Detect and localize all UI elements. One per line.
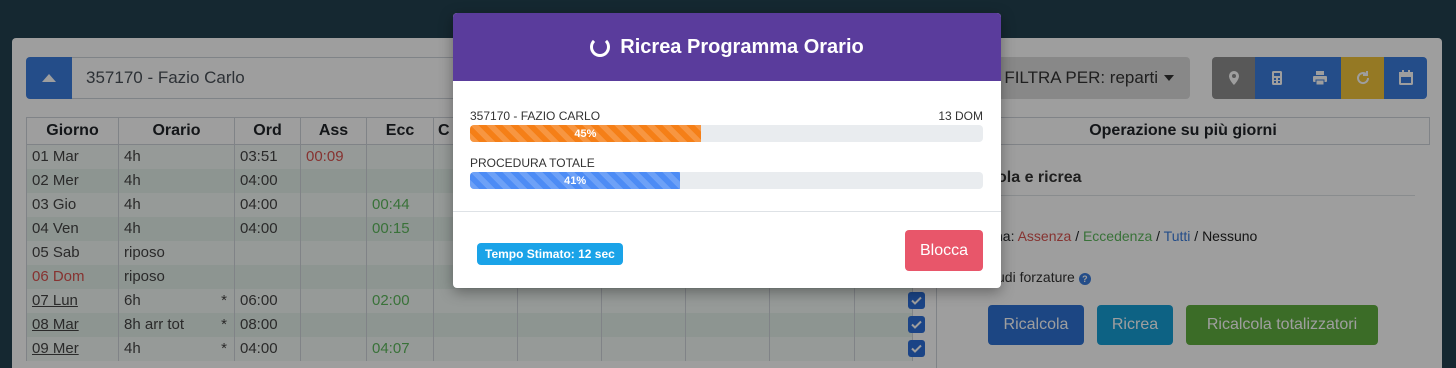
- employee-progress-label: 357170 - FAZIO CARLO: [470, 109, 601, 123]
- stop-button[interactable]: Blocca: [905, 230, 983, 271]
- total-progress-track: 41%: [470, 172, 983, 189]
- total-progress-fill: 41%: [470, 172, 681, 189]
- total-progress-group: PROCEDURA TOTALE 41%: [470, 156, 983, 189]
- modal-divider: [453, 211, 1001, 212]
- employee-progress-fill: 45%: [470, 125, 701, 142]
- modal-header: Ricrea Programma Orario: [453, 13, 1001, 81]
- progress-modal: Ricrea Programma Orario 357170 - FAZIO C…: [453, 13, 1001, 288]
- modal-title: Ricrea Programma Orario: [620, 35, 864, 58]
- employee-progress-track: 45%: [470, 125, 983, 142]
- employee-progress-group: 357170 - FAZIO CARLO 13 DOM 45%: [470, 109, 983, 142]
- current-day-label: 13 DOM: [938, 109, 983, 123]
- eta-badge: Tempo Stimato: 12 sec: [477, 243, 623, 265]
- spinner-icon: [590, 37, 611, 57]
- total-progress-label: PROCEDURA TOTALE: [470, 156, 595, 170]
